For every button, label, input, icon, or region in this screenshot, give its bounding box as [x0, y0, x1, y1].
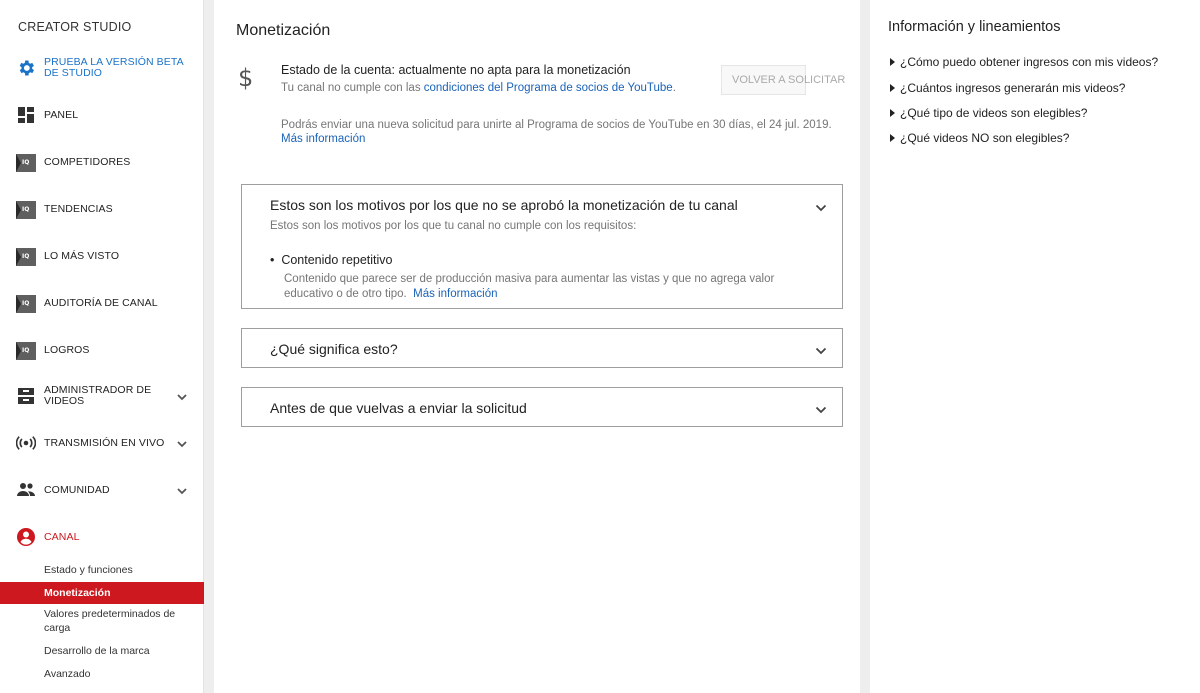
sidebar-item-label: TENDENCIAS — [44, 203, 113, 215]
before-resubmit-panel[interactable]: Antes de que vuelvas a enviar la solicit… — [241, 387, 843, 427]
panel-title: Antes de que vuelvas a enviar la solicit… — [270, 400, 527, 416]
chevron-down-icon[interactable] — [176, 390, 188, 402]
partner-program-terms-link[interactable]: condiciones del Programa de socios de Yo… — [424, 82, 673, 94]
vidiq-icon — [16, 341, 36, 361]
vidiq-icon — [16, 294, 36, 314]
vidiq-icon — [16, 200, 36, 220]
panel-title[interactable]: Estos son los motivos por los que no se … — [270, 197, 738, 213]
triangle-right-icon — [890, 84, 895, 92]
sidebar-item-label: TRANSMISIÓN EN VIVO — [44, 437, 165, 449]
studio-title: CREATOR STUDIO — [18, 20, 132, 34]
broadcast-icon — [16, 433, 36, 453]
reason-item-label: Contenido repetitivo — [281, 253, 393, 267]
sidebar-item-channel-audit[interactable]: AUDITORÍA DE CANAL — [0, 292, 204, 314]
reason-more-info-link[interactable]: Más información — [413, 288, 497, 300]
help-link-eligible[interactable]: ¿Qué tipo de videos son elegibles? — [890, 106, 1087, 120]
sidebar-item-label: COMUNIDAD — [44, 484, 110, 496]
chevron-down-icon[interactable] — [176, 437, 188, 449]
status-detail-text: Tu canal no cumple con las — [281, 82, 424, 94]
sidebar-item-achievements[interactable]: LOGROS — [0, 339, 204, 361]
info-sidebar: Información y lineamientos ¿Cómo puedo o… — [870, 0, 1200, 693]
bullet-dot: • — [270, 253, 282, 267]
sidebar-subitem-status[interactable]: Estado y funciones — [0, 563, 204, 577]
sidebar-item-live[interactable]: TRANSMISIÓN EN VIVO — [0, 432, 204, 454]
account-circle-icon — [16, 527, 36, 547]
sidebar-item-video-manager[interactable]: ADMINISTRADOR DE VIDEOS — [0, 384, 204, 408]
sidebar-item-trends[interactable]: TENDENCIAS — [0, 198, 204, 220]
sidebar-item-label: COMPETIDORES — [44, 156, 131, 168]
sidebar-item-beta[interactable]: PRUEBA LA VERSIÓN BETA DE STUDIO — [0, 56, 204, 80]
sidebar-item-community[interactable]: COMUNIDAD — [0, 479, 204, 501]
chevron-down-icon[interactable] — [176, 484, 188, 496]
sidebar-item-most-viewed[interactable]: LO MÁS VISTO — [0, 245, 204, 267]
main-content: Monetización $ Estado de la cuenta: actu… — [214, 0, 860, 693]
status-detail-suffix: . — [672, 82, 676, 94]
help-link-label: ¿Cuántos ingresos generarán mis videos? — [900, 81, 1126, 95]
sidebar-subitem-upload-defaults[interactable]: Valores predeterminados de carga — [0, 607, 190, 635]
info-title: Información y lineamientos — [888, 19, 1061, 35]
reason-description-text: Contenido que parece ser de producción m… — [284, 273, 775, 300]
triangle-right-icon — [890, 134, 895, 142]
video-manager-icon — [16, 386, 36, 406]
help-link-label: ¿Qué tipo de videos son elegibles? — [900, 106, 1088, 120]
reapply-button-label: VOLVER A SOLICITAR — [732, 74, 846, 86]
account-status-detail: Tu canal no cumple con las condiciones d… — [281, 82, 676, 94]
sidebar-item-label: CANAL — [44, 531, 80, 543]
triangle-right-icon — [890, 109, 895, 117]
people-icon — [16, 480, 36, 500]
sidebar: CREATOR STUDIO PRUEBA LA VERSIÓN BETA DE… — [0, 0, 204, 693]
help-link-label: ¿Qué videos NO son elegibles? — [900, 131, 1070, 145]
chevron-down-icon[interactable] — [814, 201, 828, 215]
triangle-right-icon — [890, 58, 895, 66]
sidebar-item-label: LOGROS — [44, 344, 90, 356]
sidebar-subitem-branding[interactable]: Desarrollo de la marca — [0, 644, 204, 658]
sidebar-item-label: LO MÁS VISTO — [44, 250, 120, 262]
vidiq-icon — [16, 247, 36, 267]
dashboard-icon — [16, 105, 36, 125]
dollar-icon: $ — [238, 64, 254, 92]
chevron-down-icon[interactable] — [814, 403, 828, 417]
resubmit-note: Podrás enviar una nueva solicitud para u… — [281, 119, 832, 131]
sidebar-item-label: PRUEBA LA VERSIÓN BETA DE STUDIO — [44, 56, 184, 79]
account-status: Estado de la cuenta: actualmente no apta… — [281, 63, 631, 77]
gear-icon — [16, 58, 36, 78]
sidebar-item-label: ADMINISTRADOR DE VIDEOS — [44, 384, 152, 407]
sidebar-item-competitors[interactable]: COMPETIDORES — [0, 151, 204, 173]
what-it-means-panel[interactable]: ¿Qué significa esto? — [241, 328, 843, 368]
reasons-panel: Estos son los motivos por los que no se … — [241, 184, 843, 309]
help-link-revenue[interactable]: ¿Cuántos ingresos generarán mis videos? — [890, 81, 1125, 95]
sidebar-item-label: PANEL — [44, 109, 79, 121]
help-link-not-eligible[interactable]: ¿Qué videos NO son elegibles? — [890, 131, 1069, 145]
chevron-down-icon[interactable] — [814, 344, 828, 358]
sidebar-subitem-advanced[interactable]: Avanzado — [0, 667, 204, 681]
help-link-label: ¿Cómo puedo obtener ingresos con mis vid… — [900, 55, 1159, 69]
reason-item-title: • Contenido repetitivo — [270, 253, 393, 267]
more-info-link[interactable]: Más información — [281, 133, 365, 145]
sidebar-item-panel[interactable]: PANEL — [0, 104, 204, 126]
panel-subtitle: Estos son los motivos por los que tu can… — [270, 220, 637, 232]
reapply-button[interactable]: VOLVER A SOLICITAR — [721, 65, 845, 95]
panel-title: ¿Qué significa esto? — [270, 341, 398, 357]
sidebar-item-channel[interactable]: CANAL — [0, 526, 204, 548]
sidebar-item-label: AUDITORÍA DE CANAL — [44, 297, 158, 309]
page-title: Monetización — [236, 22, 331, 39]
vidiq-icon — [16, 153, 36, 173]
reason-item-description: Contenido que parece ser de producción m… — [284, 272, 824, 301]
help-link-earn[interactable]: ¿Cómo puedo obtener ingresos con mis vid… — [890, 55, 1158, 69]
sidebar-subitem-monetization[interactable]: Monetización — [0, 582, 204, 604]
